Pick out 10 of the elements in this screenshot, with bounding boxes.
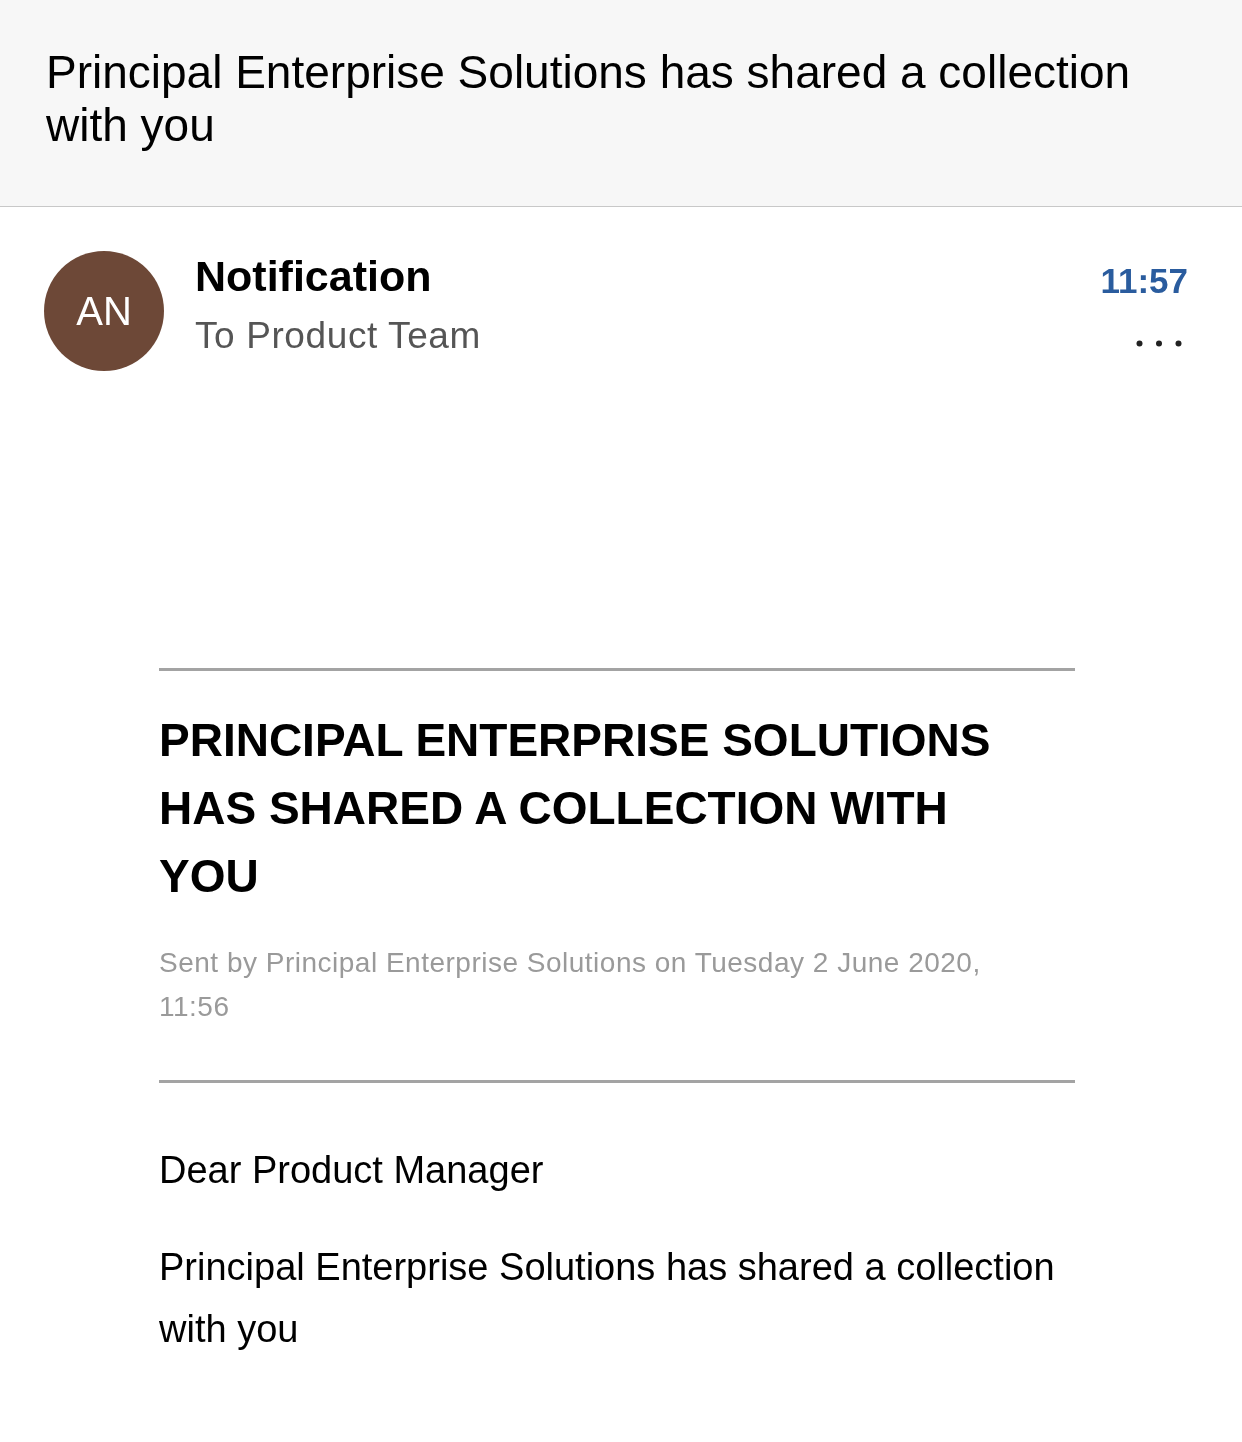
subject-title: Principal Enterprise Solutions has shared a collection with you [46, 46, 1132, 152]
sender-avatar: AN [44, 251, 164, 371]
greeting-text: Dear Product Manager [159, 1148, 544, 1193]
message-time: 11:57 [1100, 260, 1188, 302]
body-paragraph: Principal Enterprise Solutions has shared a collection with you [159, 1245, 1056, 1352]
email-heading: PRINCIPAL ENTERPRISE SOLUTIONS HAS SHARED A COLLECTION WITH YOU [159, 713, 992, 904]
sent-info-text: Sent by Principal Enterprise Solutions on Tuesday 2 June 2020, 11:56 [159, 946, 982, 1024]
more-icon[interactable] [1136, 340, 1182, 347]
sender-name: Notification [195, 251, 432, 301]
recipients-label: To Product Team [195, 314, 481, 358]
